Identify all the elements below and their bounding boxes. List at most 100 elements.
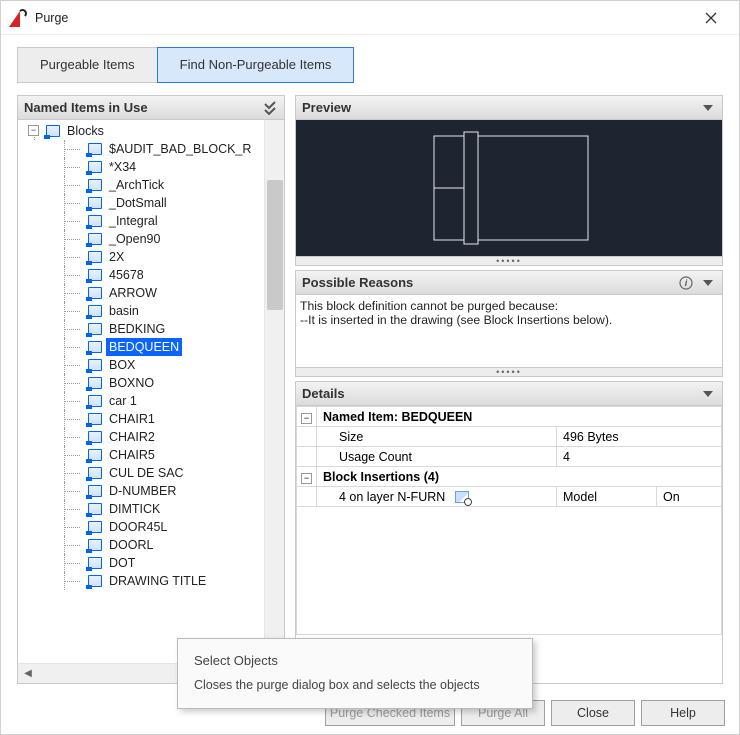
block-icon — [88, 143, 102, 155]
panel-collapse-icon[interactable] — [700, 100, 716, 116]
tree-item[interactable]: ARROW — [18, 284, 264, 302]
tree-item-label: _Integral — [106, 212, 161, 230]
block-icon — [88, 395, 102, 407]
tree-vertical-scrollbar[interactable] — [264, 120, 284, 663]
table-row: − Named Item: BEDQUEEN — [297, 407, 722, 427]
tree-item[interactable]: CHAIR5 — [18, 446, 264, 464]
autocad-logo-icon — [9, 9, 27, 27]
tree-item-label: DIMTICK — [106, 500, 163, 518]
tree-item-label: BEDKING — [106, 320, 168, 338]
scroll-left-arrow-icon[interactable]: ◀ — [18, 664, 38, 684]
tree-item[interactable]: _DotSmall — [18, 194, 264, 212]
tree-item[interactable]: car 1 — [18, 392, 264, 410]
table-row: Usage Count 4 — [297, 447, 722, 467]
tree-item[interactable]: _Integral — [18, 212, 264, 230]
close-button[interactable]: Close — [551, 700, 635, 726]
tree-item-label: DOORL — [106, 536, 156, 554]
block-icon — [88, 161, 102, 173]
top-tabs: Purgeable Items Find Non-Purgeable Items — [1, 35, 739, 83]
help-button[interactable]: Help — [641, 700, 725, 726]
tree-item-label: *X34 — [106, 158, 139, 176]
block-icon — [88, 539, 102, 551]
block-icon — [88, 521, 102, 533]
named-items-title: Named Items in Use — [24, 100, 148, 115]
named-items-tree[interactable]: − Blocks $AUDIT_BAD_BLOCK_R*X34_ArchTick… — [18, 120, 264, 663]
tree-item[interactable]: BOXNO — [18, 374, 264, 392]
tooltip-title: Select Objects — [194, 653, 516, 668]
tree-item[interactable]: 45678 — [18, 266, 264, 284]
block-icon — [88, 485, 102, 497]
tree-item[interactable]: _Open90 — [18, 230, 264, 248]
tree-item-label: DOOR45L — [106, 518, 170, 536]
block-icon — [46, 125, 60, 137]
block-icon — [88, 215, 102, 227]
tree-item-label: _ArchTick — [106, 176, 167, 194]
tree-item[interactable]: DOORL — [18, 536, 264, 554]
bedqueen-preview-icon — [424, 128, 594, 248]
titlebar: Purge — [1, 1, 739, 35]
tree-item[interactable]: $AUDIT_BAD_BLOCK_R — [18, 140, 264, 158]
tree-item-label: DOT — [106, 554, 138, 572]
block-icon — [88, 575, 102, 587]
block-icon — [88, 179, 102, 191]
table-row: − Block Insertions (4) — [297, 467, 722, 487]
named-items-header: Named Items in Use — [18, 96, 284, 120]
block-icon — [88, 503, 102, 515]
select-objects-icon[interactable] — [455, 491, 469, 503]
tree-item[interactable]: 2X — [18, 248, 264, 266]
info-icon[interactable]: i — [678, 275, 694, 291]
tree-item[interactable]: _ArchTick — [18, 176, 264, 194]
tree-item[interactable]: DRAWING TITLE — [18, 572, 264, 590]
tab-find-non-purgeable-items[interactable]: Find Non-Purgeable Items — [157, 47, 355, 83]
block-icon — [88, 557, 102, 569]
tab-purgeable-items[interactable]: Purgeable Items — [17, 47, 157, 83]
select-objects-tooltip: Select Objects Closes the purge dialog b… — [177, 638, 533, 709]
block-icon — [88, 305, 102, 317]
collapse-toggle-icon[interactable]: − — [297, 407, 317, 427]
tree-item-label: CHAIR1 — [106, 410, 158, 428]
block-icon — [88, 251, 102, 263]
panel-gripper[interactable]: ••••• — [295, 368, 723, 377]
tree-root-label: Blocks — [64, 122, 107, 140]
tree-item[interactable]: CHAIR2 — [18, 428, 264, 446]
check-all-icon[interactable] — [262, 100, 278, 116]
reason-line: This block definition cannot be purged b… — [300, 299, 718, 313]
table-row: Size 496 Bytes — [297, 427, 722, 447]
tree-item[interactable]: DOT — [18, 554, 264, 572]
insertion-state: On — [657, 487, 722, 507]
scrollbar-thumb[interactable] — [267, 180, 283, 310]
collapse-toggle-icon[interactable]: − — [28, 125, 39, 136]
tree-item[interactable]: basin — [18, 302, 264, 320]
possible-reasons-title: Possible Reasons — [302, 275, 413, 290]
tree-item[interactable]: D-NUMBER — [18, 482, 264, 500]
size-label: Size — [317, 427, 557, 447]
tree-item-label: _DotSmall — [106, 194, 170, 212]
possible-reasons-panel: Possible Reasons i This block definition… — [295, 270, 723, 368]
insertion-layer: 4 on layer N-FURN — [339, 490, 445, 504]
block-icon — [88, 431, 102, 443]
panel-collapse-icon[interactable] — [700, 275, 716, 291]
panel-collapse-icon[interactable] — [700, 386, 716, 402]
tree-item[interactable]: BEDQUEEN — [18, 338, 264, 356]
collapse-toggle-icon[interactable]: − — [297, 467, 317, 487]
tree-item[interactable]: BOX — [18, 356, 264, 374]
tree-item-label: $AUDIT_BAD_BLOCK_R — [106, 140, 254, 158]
block-icon — [88, 413, 102, 425]
tree-item[interactable]: CUL DE SAC — [18, 464, 264, 482]
tree-item[interactable]: BEDKING — [18, 320, 264, 338]
tree-item[interactable]: DIMTICK — [18, 500, 264, 518]
size-value: 496 Bytes — [557, 427, 722, 447]
tree-item-label: ARROW — [106, 284, 160, 302]
tree-item[interactable]: CHAIR1 — [18, 410, 264, 428]
purge-dialog: Purge Purgeable Items Find Non-Purgeable… — [0, 0, 740, 735]
tree-root-blocks[interactable]: − Blocks — [18, 122, 264, 140]
details-table: − Named Item: BEDQUEEN Size 496 Bytes Us… — [296, 406, 722, 635]
tree-item[interactable]: *X34 — [18, 158, 264, 176]
tree-item[interactable]: DOOR45L — [18, 518, 264, 536]
block-icon — [88, 287, 102, 299]
window-close-button[interactable] — [689, 4, 733, 32]
tree-item-label: 2X — [106, 248, 127, 266]
panel-gripper[interactable]: ••••• — [295, 257, 723, 266]
reason-line: --It is inserted in the drawing (see Blo… — [300, 313, 718, 327]
tree-item-label: CHAIR5 — [106, 446, 158, 464]
